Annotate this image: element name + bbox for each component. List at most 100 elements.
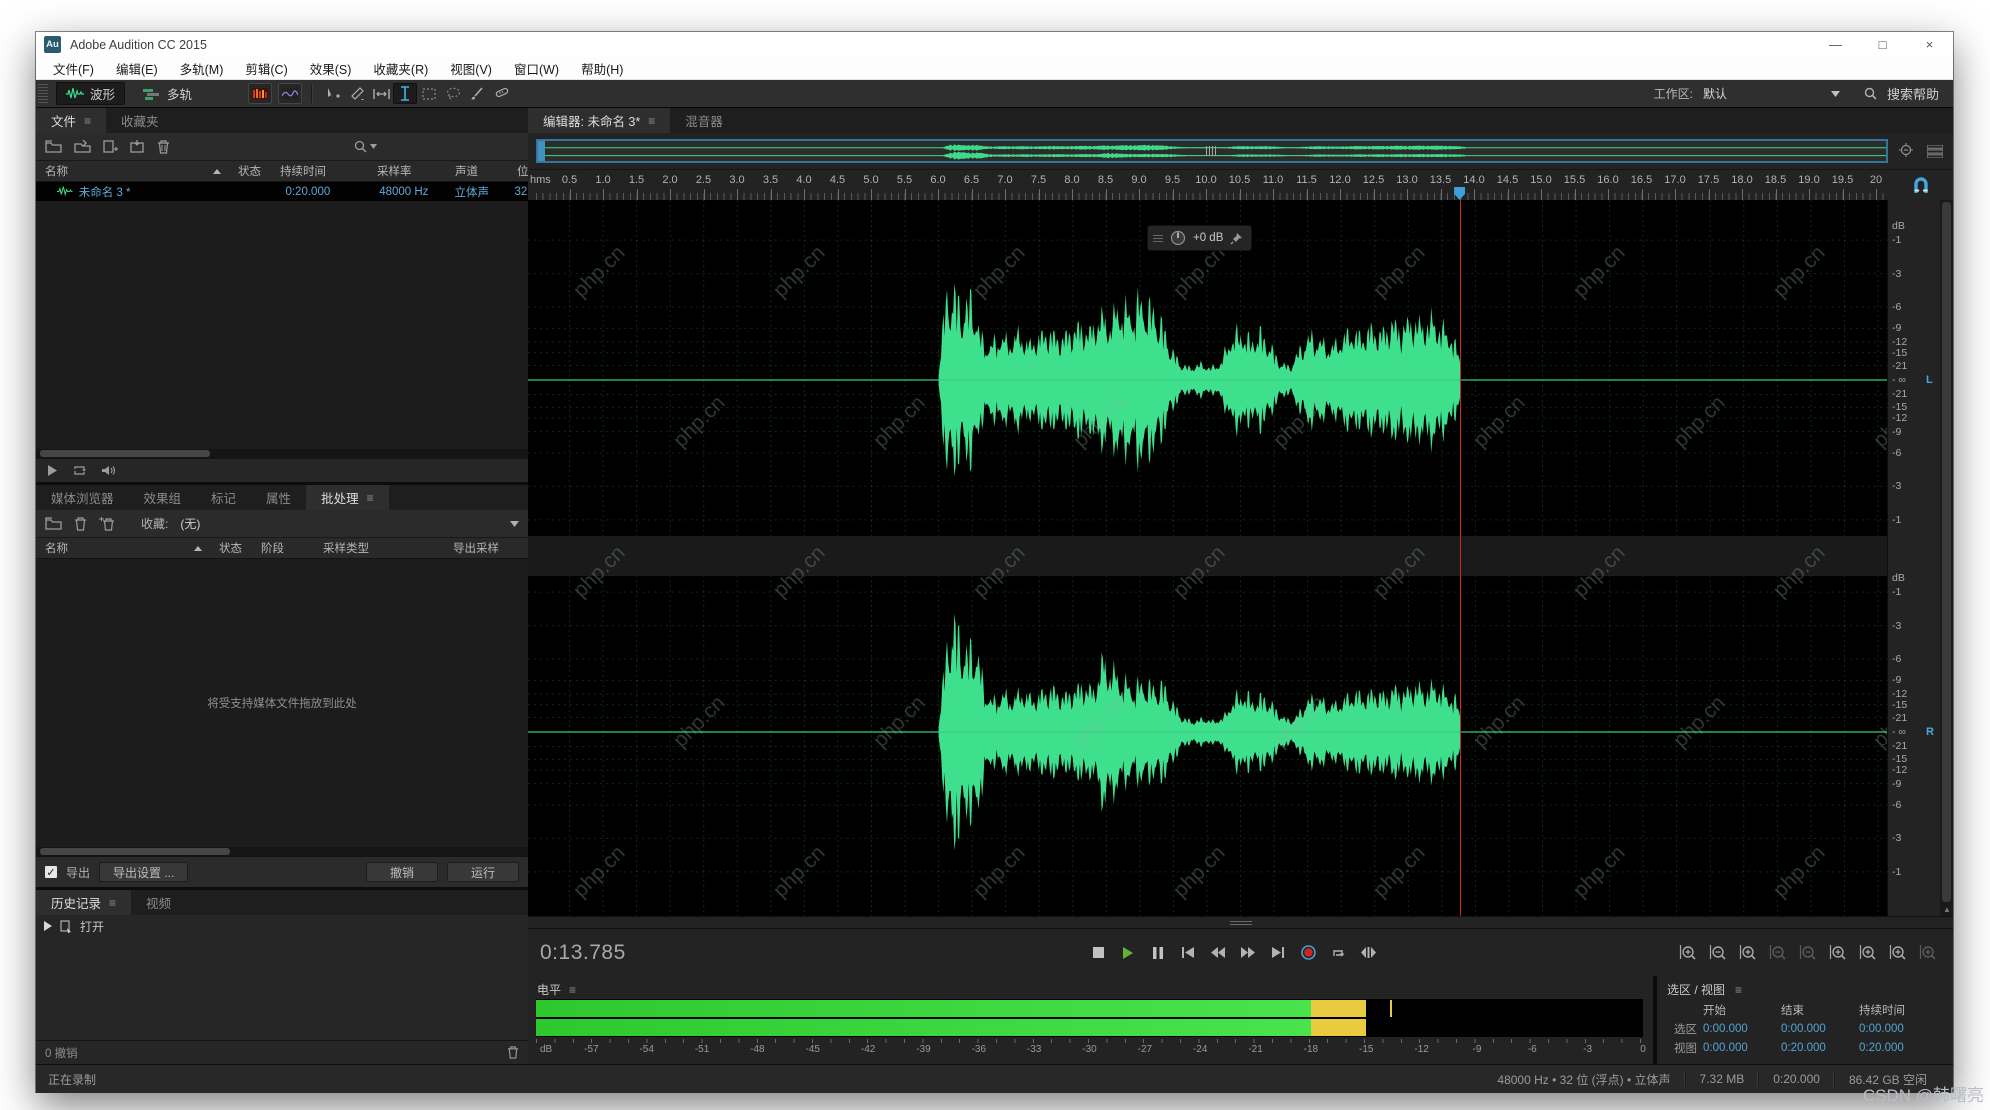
new-file-icon[interactable] [103,140,118,153]
zoom-out-time-button[interactable] [1766,942,1791,964]
search-files-icon[interactable] [354,140,367,153]
time-value[interactable]: 0:00.000 [1703,1042,1781,1054]
stop-button[interactable] [1085,941,1112,964]
waveform-view-button[interactable]: 波形 [56,82,125,105]
export-settings-button[interactable]: 导出设置 ... [99,862,188,882]
undo-button[interactable]: 撤销 [366,862,438,882]
trash-icon[interactable] [157,140,170,154]
search-help[interactable]: 搜索帮助 [1887,84,1939,103]
favorites-value[interactable]: (无) [180,515,200,532]
history-item-open[interactable]: 打开 [36,915,528,937]
tab-3[interactable]: 属性 [251,485,306,510]
zoom-in-time-button[interactable] [1736,942,1761,964]
workspace-value[interactable]: 默认 [1703,85,1821,102]
move-tool[interactable] [321,83,345,104]
column-header-4[interactable]: 声道 [446,163,508,179]
panel-menu-icon[interactable]: ≡ [84,114,91,128]
menu-item-1[interactable]: 编辑(E) [105,59,169,78]
export-checkbox[interactable]: ✓ [45,866,57,878]
auto-play-speaker-icon[interactable] [102,465,116,476]
paintbrush-tool[interactable] [465,83,489,104]
batch-hscrollbar[interactable] [36,847,528,856]
tab-2[interactable]: 标记 [196,485,251,510]
time-value[interactable]: 0:20.000 [1781,1042,1859,1054]
snapping-magnet-icon[interactable] [1913,177,1929,194]
multitrack-view-button[interactable]: 多轨 [133,82,202,105]
panel-menu-icon[interactable]: ≡ [648,114,655,128]
time-value[interactable]: 0:00.000 [1703,1023,1781,1035]
tab-editor[interactable]: 编辑器: 未命名 3* ≡ [528,108,670,133]
maximize-button[interactable]: □ [1859,32,1906,57]
column-header-4[interactable]: 导出采样 [444,540,528,556]
time-ruler[interactable]: hms 0.51.01.52.02.53.03.54.04.55.05.56.0… [528,170,1888,200]
panel-menu-icon[interactable]: ≡ [1735,983,1742,997]
history-trash-icon[interactable] [507,1046,519,1059]
rewind-button[interactable] [1205,941,1232,964]
save-file-icon[interactable] [130,140,145,153]
marquee-selection-tool[interactable] [417,83,441,104]
column-header-1[interactable]: 状态 [210,540,252,556]
overview-scrollbar[interactable] [536,139,1888,163]
display-options-icon[interactable] [1927,145,1943,158]
overview-left-handle[interactable] [538,141,545,161]
hud-gain-value[interactable]: +0 dB [1193,232,1223,244]
tab-1[interactable]: 效果组 [129,485,197,510]
column-header-3[interactable]: 采样率 [368,163,446,179]
hud-grip[interactable] [1153,235,1163,242]
loop-playback-icon[interactable] [73,465,86,476]
clear-all-icon[interactable] [99,517,115,531]
column-header-0[interactable]: 名称 [36,163,229,179]
open-file-icon[interactable] [45,140,62,153]
close-button[interactable]: × [1906,32,1953,57]
slip-tool[interactable] [369,83,393,104]
tab-4[interactable]: 批处理≡ [306,485,389,510]
gain-knob-icon[interactable] [1170,230,1186,246]
pin-icon[interactable] [1230,232,1243,245]
tab-history[interactable]: 历史记录 ≡ [36,890,131,915]
time-selection-tool[interactable] [393,83,417,104]
panel-menu-icon[interactable]: ≡ [367,491,374,505]
overview-grip[interactable] [1206,146,1216,156]
menu-item-7[interactable]: 窗口(W) [503,59,570,78]
column-header-3[interactable]: 采样类型 [314,540,444,556]
tab-files[interactable]: 文件 ≡ [36,108,106,133]
lasso-selection-tool[interactable] [441,83,465,104]
pause-button[interactable] [1145,941,1172,964]
menu-item-0[interactable]: 文件(F) [42,59,105,78]
scroll-up-arrow[interactable]: ▲ [1943,905,1951,914]
column-header-2[interactable]: 持续时间 [271,163,368,179]
fast-forward-button[interactable] [1235,941,1262,964]
play-button[interactable] [1115,941,1142,964]
menu-item-2[interactable]: 多轨(M) [169,59,235,78]
loop-button[interactable] [1325,941,1352,964]
time-value[interactable]: 0:00.000 [1781,1023,1859,1035]
pitch-display-button[interactable] [278,83,302,104]
favorites-dropdown-icon[interactable] [510,521,519,527]
zoom-out-point-button[interactable] [1856,942,1881,964]
playhead-line[interactable] [1460,200,1461,916]
tab-0[interactable]: 媒体浏览器 [36,485,129,510]
column-header-0[interactable]: 名称 [36,540,210,556]
skip-to-end-button[interactable] [1265,941,1292,964]
menu-item-8[interactable]: 帮助(H) [570,59,634,78]
waveform-plot[interactable]: +0 dB php.cnphp.cnphp.cnphp.cnphp.cnphp.… [528,200,1887,916]
time-value[interactable]: 0:00.000 [1859,1023,1937,1035]
spectral-display-button[interactable] [248,83,272,104]
zoom-reset-button[interactable] [1796,942,1821,964]
toolbar-grip[interactable] [38,84,48,104]
menu-item-5[interactable]: 收藏夹(R) [362,59,439,78]
search-dropdown-icon[interactable] [370,144,377,149]
file-row[interactable]: 未命名 3 * 0:20.000 48000 Hz 立体声 32 [36,182,528,201]
delete-icon[interactable] [74,517,87,531]
zoom-navigate-icon[interactable] [1898,143,1915,159]
preview-play-icon[interactable] [48,465,57,476]
menu-item-3[interactable]: 剪辑(C) [234,59,298,78]
skip-to-start-button[interactable] [1175,941,1202,964]
zoom-in-amplitude-button[interactable] [1676,942,1701,964]
zoom-out-amplitude-button[interactable] [1706,942,1731,964]
batch-drop-area[interactable]: 将受支持媒体文件拖放到此处 [36,559,528,847]
chevron-down-icon[interactable] [1831,91,1840,97]
level-meters[interactable] [536,999,1643,1037]
column-header-2[interactable]: 阶段 [252,540,314,556]
razor-tool[interactable] [345,83,369,104]
